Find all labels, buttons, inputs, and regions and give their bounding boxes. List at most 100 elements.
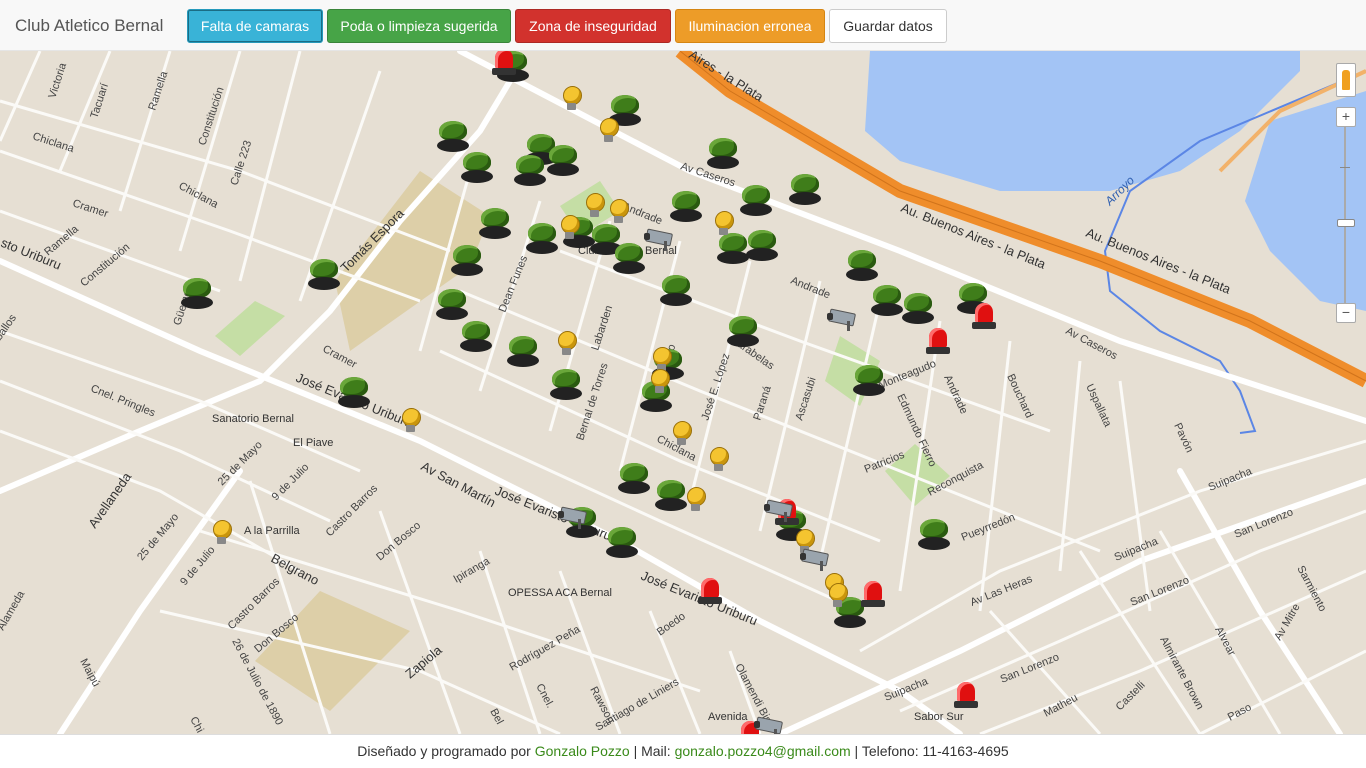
tree-marker[interactable] bbox=[669, 191, 703, 225]
street-label: Castelli bbox=[1114, 679, 1148, 713]
footer-mail-link[interactable]: gonzalo.pozzo4@gmail.com bbox=[675, 743, 851, 759]
street-label: José E. López bbox=[699, 352, 732, 422]
map[interactable]: Au. Buenos Aires - la Plata Au. Buenos A… bbox=[0, 51, 1366, 734]
tree-marker[interactable] bbox=[478, 208, 512, 242]
siren-marker[interactable] bbox=[967, 301, 1001, 335]
camera-marker[interactable] bbox=[798, 543, 832, 577]
poi-sanatorio-bernal[interactable]: Sanatorio Bernal bbox=[212, 413, 294, 425]
street-label: Victoria bbox=[46, 61, 69, 100]
zona-inseguridad-button[interactable]: Zona de inseguridad bbox=[515, 9, 671, 43]
street-label: Ascasubi bbox=[793, 376, 818, 422]
tree-marker[interactable] bbox=[459, 321, 493, 355]
siren-marker[interactable] bbox=[693, 576, 727, 610]
tree-marker[interactable] bbox=[788, 174, 822, 208]
tree-marker[interactable] bbox=[450, 245, 484, 279]
light-bulb-marker[interactable] bbox=[204, 518, 238, 552]
tree-marker[interactable] bbox=[435, 289, 469, 323]
tree-marker[interactable] bbox=[337, 377, 371, 411]
siren-marker[interactable] bbox=[856, 579, 890, 613]
street-label: Chiclana bbox=[31, 130, 76, 155]
street-label: Tacuarí bbox=[88, 82, 111, 120]
poi-opessa-aca[interactable]: OPESSA ACA Bernal bbox=[508, 587, 612, 599]
tree-marker[interactable] bbox=[706, 138, 740, 172]
tree-marker[interactable] bbox=[917, 519, 951, 553]
street-view-pegman-icon[interactable] bbox=[1336, 63, 1356, 97]
street-label: Andrade bbox=[789, 275, 832, 302]
street-label: Ramella bbox=[146, 69, 170, 112]
tree-marker[interactable] bbox=[513, 155, 547, 189]
zoom-out-button[interactable]: − bbox=[1336, 303, 1356, 323]
tree-marker[interactable] bbox=[506, 336, 540, 370]
street-label: Boedo bbox=[655, 610, 688, 638]
zoom-control[interactable]: + − bbox=[1336, 107, 1356, 325]
footer-prefix: Diseñado y programado por bbox=[357, 743, 535, 759]
tree-marker[interactable] bbox=[617, 463, 651, 497]
tree-marker[interactable] bbox=[546, 145, 580, 179]
camera-marker[interactable] bbox=[762, 494, 796, 528]
brand-title[interactable]: Club Atletico Bernal bbox=[15, 16, 163, 36]
zoom-in-button[interactable]: + bbox=[1336, 107, 1356, 127]
street-label: 25 de Mayo bbox=[135, 511, 181, 563]
light-bulb-marker[interactable] bbox=[642, 367, 676, 401]
iluminacion-erronea-button[interactable]: Iluminacion erronea bbox=[675, 9, 825, 43]
footer-author-link[interactable]: Gonzalo Pozzo bbox=[535, 743, 630, 759]
camera-marker[interactable] bbox=[825, 303, 859, 337]
light-bulb-marker[interactable] bbox=[701, 445, 735, 479]
light-bulb-marker[interactable] bbox=[393, 406, 427, 440]
water-area bbox=[865, 51, 1300, 191]
light-bulb-marker[interactable] bbox=[554, 84, 588, 118]
street-label: Uspallata bbox=[1083, 382, 1114, 429]
street-label: 9 de Julio bbox=[270, 461, 312, 503]
poi-el-piave[interactable]: El Piave bbox=[293, 437, 333, 449]
tree-marker[interactable] bbox=[745, 230, 779, 264]
map-base[interactable]: Au. Buenos Aires - la Plata Au. Buenos A… bbox=[0, 51, 1366, 734]
footer: Diseñado y programado por Gonzalo Pozzo … bbox=[0, 734, 1366, 768]
camera-marker[interactable] bbox=[752, 711, 786, 734]
street-label: Paraná bbox=[751, 384, 774, 422]
guardar-datos-button[interactable]: Guardar datos bbox=[829, 9, 947, 43]
light-bulb-marker[interactable] bbox=[664, 419, 698, 453]
light-bulb-marker[interactable] bbox=[601, 197, 635, 231]
street-label: Castro Barros bbox=[324, 482, 381, 539]
street-label: Chi bbox=[187, 715, 205, 734]
tree-marker[interactable] bbox=[870, 285, 904, 319]
tree-marker[interactable] bbox=[180, 278, 214, 312]
tree-marker[interactable] bbox=[659, 275, 693, 309]
street-label: Calle 223 bbox=[228, 139, 254, 187]
light-bulb-marker[interactable] bbox=[591, 116, 625, 150]
tree-marker[interactable] bbox=[726, 316, 760, 350]
falta-camaras-button[interactable]: Falta de camaras bbox=[187, 9, 323, 43]
siren-marker[interactable] bbox=[921, 326, 955, 360]
tree-marker[interactable] bbox=[852, 365, 886, 399]
poda-limpieza-button[interactable]: Poda o limpieza sugerida bbox=[327, 9, 511, 43]
tree-marker[interactable] bbox=[845, 250, 879, 284]
tree-marker[interactable] bbox=[612, 243, 646, 277]
tree-marker[interactable] bbox=[901, 293, 935, 327]
light-bulb-marker[interactable] bbox=[552, 213, 586, 247]
footer-phone: | Telefono: 11-4163-4695 bbox=[850, 743, 1009, 759]
tree-marker[interactable] bbox=[739, 185, 773, 219]
street-label: Cnel. Pringles bbox=[89, 383, 157, 420]
zoom-tick bbox=[1340, 167, 1350, 168]
light-bulb-marker[interactable] bbox=[706, 209, 740, 243]
light-bulb-marker[interactable] bbox=[678, 485, 712, 519]
street-label: Avellaneda bbox=[85, 469, 134, 531]
light-bulb-marker[interactable] bbox=[820, 581, 854, 615]
tree-marker[interactable] bbox=[460, 152, 494, 186]
zoom-slider-track[interactable] bbox=[1344, 127, 1346, 303]
street-label: 25 de Mayo bbox=[216, 439, 265, 488]
camera-marker[interactable] bbox=[642, 223, 676, 257]
tree-marker[interactable] bbox=[605, 527, 639, 561]
tree-marker[interactable] bbox=[436, 121, 470, 155]
zoom-slider-thumb[interactable] bbox=[1337, 219, 1355, 227]
siren-marker[interactable] bbox=[487, 51, 521, 81]
camera-marker[interactable] bbox=[556, 501, 590, 535]
street-label: Labarden bbox=[589, 304, 615, 352]
poi-a-la-parrilla[interactable]: A la Parrilla bbox=[244, 525, 300, 537]
tree-marker[interactable] bbox=[307, 259, 341, 293]
tree-marker[interactable] bbox=[549, 369, 583, 403]
street-label: Bouchard bbox=[1004, 372, 1035, 420]
street-label: Cramer bbox=[71, 197, 110, 220]
siren-marker[interactable] bbox=[949, 680, 983, 714]
light-bulb-marker[interactable] bbox=[549, 329, 583, 363]
